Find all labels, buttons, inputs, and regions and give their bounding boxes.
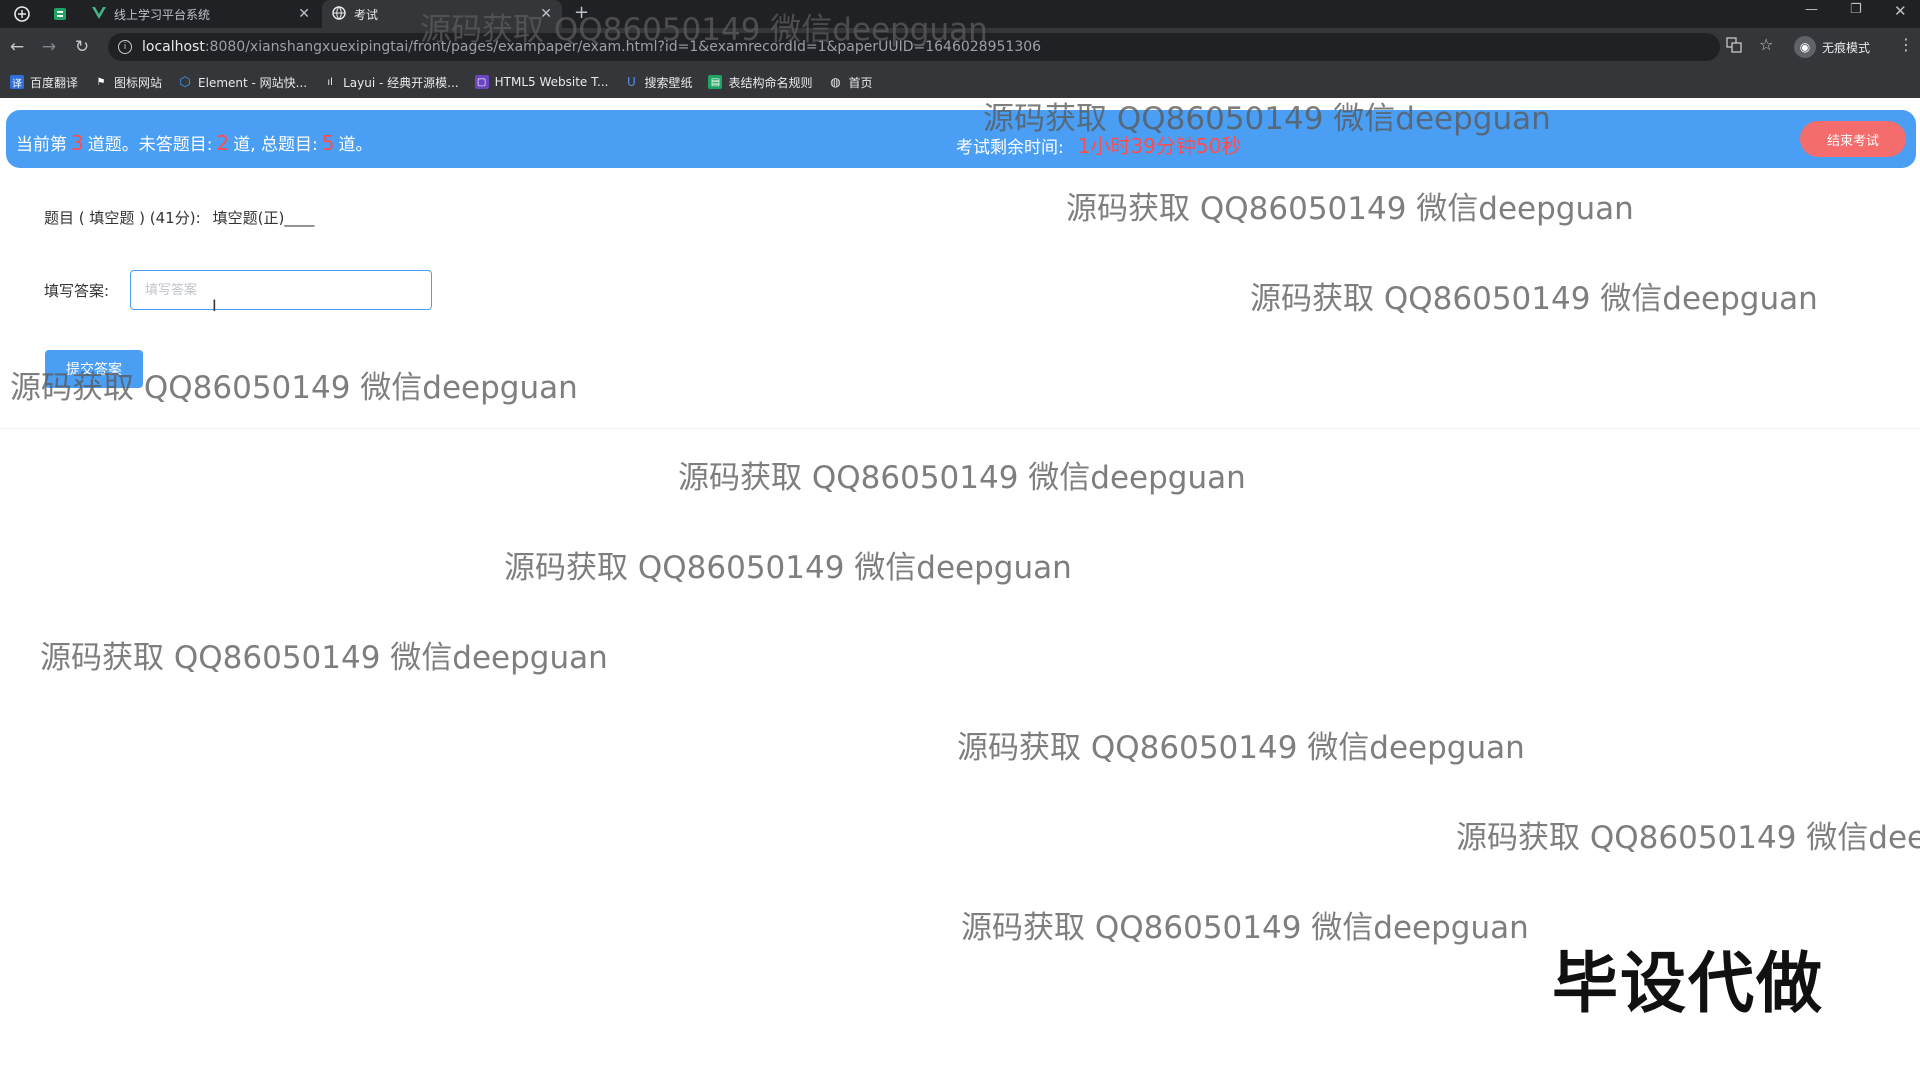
reload-icon[interactable]: ↻	[71, 36, 93, 58]
star-icon[interactable]: ☆	[1759, 35, 1773, 54]
exam-status-bar: 当前第 3 道题。未答题目: 2 道, 总题目: 5 道。 考试剩余时间: 1小时39分钟50…	[6, 110, 1916, 168]
close-icon[interactable]: ✕	[298, 6, 310, 22]
translate-icon: 译	[10, 75, 24, 90]
bookmark-wallpaper[interactable]: U 搜索壁纸	[624, 74, 692, 91]
minimize-icon[interactable]: —	[1805, 2, 1818, 17]
sheet-icon: ▤	[708, 75, 723, 89]
url-host: localhost	[142, 39, 205, 55]
url-path: :8080/xianshangxuexipingtai/front/pages/…	[204, 39, 1042, 55]
bookmark-html5[interactable]: ▢ HTML5 Website T...	[474, 75, 609, 89]
bookmark-icon-site[interactable]: ⚑ 图标网站	[94, 74, 163, 91]
browser-toolbar: ← → ↻ i localhost:8080/xianshangxuexipin…	[0, 28, 1920, 66]
time-label: 考试剩余时间:	[956, 138, 1064, 158]
stamp-text: 毕设代做	[1552, 945, 1824, 1022]
bookmark-label: HTML5 Website T...	[494, 75, 609, 89]
globe-icon	[332, 5, 346, 23]
answer-input[interactable]	[130, 270, 432, 310]
globe-icon: ◍	[830, 75, 841, 89]
incognito-profile[interactable]: ◉ 无痕模式	[1794, 36, 1870, 58]
html5-icon: ▢	[474, 75, 489, 89]
bookmarks-bar: 译 百度翻译 ⚑ 图标网站 ⬡ Element - 网站快... ıl Layu…	[0, 66, 1920, 98]
end-exam-button[interactable]: 结束考试	[1800, 121, 1906, 157]
progress-text: 当前第	[16, 135, 67, 155]
bookmark-element[interactable]: ⬡ Element - 网站快...	[178, 74, 307, 91]
address-bar[interactable]: i localhost:8080/xianshangxuexipingtai/f…	[108, 33, 1720, 61]
more-icon[interactable]: ⋮	[1898, 35, 1914, 54]
bookmark-label: Layui - 经典开源模...	[343, 75, 459, 90]
vue-logo-icon	[92, 6, 106, 22]
close-icon[interactable]: ✕	[540, 6, 552, 22]
progress-text: 道题。未答题目:	[87, 135, 213, 155]
tab-exam[interactable]: 考试 ✕	[322, 0, 562, 28]
forward-icon[interactable]: →	[38, 36, 60, 58]
bookmark-home[interactable]: ◍ 首页	[828, 74, 872, 91]
browser-tab-strip: 线上学习平台系统 ✕ 考试 ✕ + — ❐ ✕	[0, 0, 1920, 28]
answer-label: 填写答案:	[44, 281, 110, 300]
close-window-icon[interactable]: ✕	[1894, 2, 1907, 20]
bookmark-baidu-translate[interactable]: 译 百度翻译	[10, 74, 78, 91]
bookmark-table-naming[interactable]: ▤ 表结构命名规则	[708, 74, 812, 91]
bookmark-label: 图标网站	[114, 75, 163, 90]
question-text: 填空题(正)____	[212, 209, 315, 227]
progress-text: 道。	[338, 135, 373, 155]
time-remaining: 考试剩余时间: 1小时39分钟50秒	[956, 130, 1241, 159]
text-cursor-icon: I	[212, 296, 217, 315]
unanswered-count: 2	[216, 131, 230, 155]
question-title: 题目 ( 填空题 ) (41分): 填空题(正)____	[44, 207, 314, 228]
countdown-timer: 1小时39分钟50秒	[1077, 134, 1242, 158]
incognito-icon: ◉	[1794, 36, 1816, 58]
translate-icon[interactable]	[1726, 37, 1742, 57]
browser-menu-icon[interactable]	[10, 3, 34, 25]
progress-text: 道, 总题目:	[233, 135, 318, 155]
divider	[0, 428, 1920, 429]
current-question-number: 3	[71, 131, 84, 155]
incognito-label: 无痕模式	[1822, 40, 1871, 55]
submit-answer-button[interactable]: 提交答案	[45, 350, 143, 388]
new-tab-icon[interactable]: +	[574, 2, 589, 23]
bookmark-label: 首页	[848, 75, 873, 90]
restore-icon[interactable]: ❐	[1850, 2, 1862, 17]
tab-learning-platform[interactable]: 线上学习平台系统 ✕	[82, 0, 320, 28]
bookmark-label: 搜索壁纸	[644, 75, 693, 90]
bookmark-label: Element - 网站快...	[198, 75, 308, 90]
question-label: 题目 ( 填空题 ) (41分):	[44, 209, 201, 227]
flag-icon: ⚑	[96, 76, 106, 88]
wallpaper-icon: U	[627, 75, 636, 89]
tab-title: 线上学习平台系统	[114, 7, 211, 22]
layui-icon: ıl	[327, 76, 333, 88]
total-count: 5	[321, 131, 335, 155]
pinned-tab-icon[interactable]	[48, 3, 72, 25]
back-icon[interactable]: ←	[6, 36, 28, 58]
exam-page: 当前第 3 道题。未答题目: 2 道, 总题目: 5 道。 考试剩余时间: 1小时39分钟50…	[0, 98, 1920, 1072]
tab-title: 考试	[354, 7, 379, 22]
hexagon-icon: ⬡	[179, 74, 191, 90]
bookmark-label: 表结构命名规则	[728, 75, 813, 90]
info-icon[interactable]: i	[118, 40, 132, 54]
answer-row: 填写答案:	[44, 270, 432, 310]
progress-summary: 当前第 3 道题。未答题目: 2 道, 总题目: 5 道。	[16, 130, 372, 155]
bookmark-layui[interactable]: ıl Layui - 经典开源模...	[323, 74, 458, 91]
bookmark-label: 百度翻译	[30, 75, 79, 90]
